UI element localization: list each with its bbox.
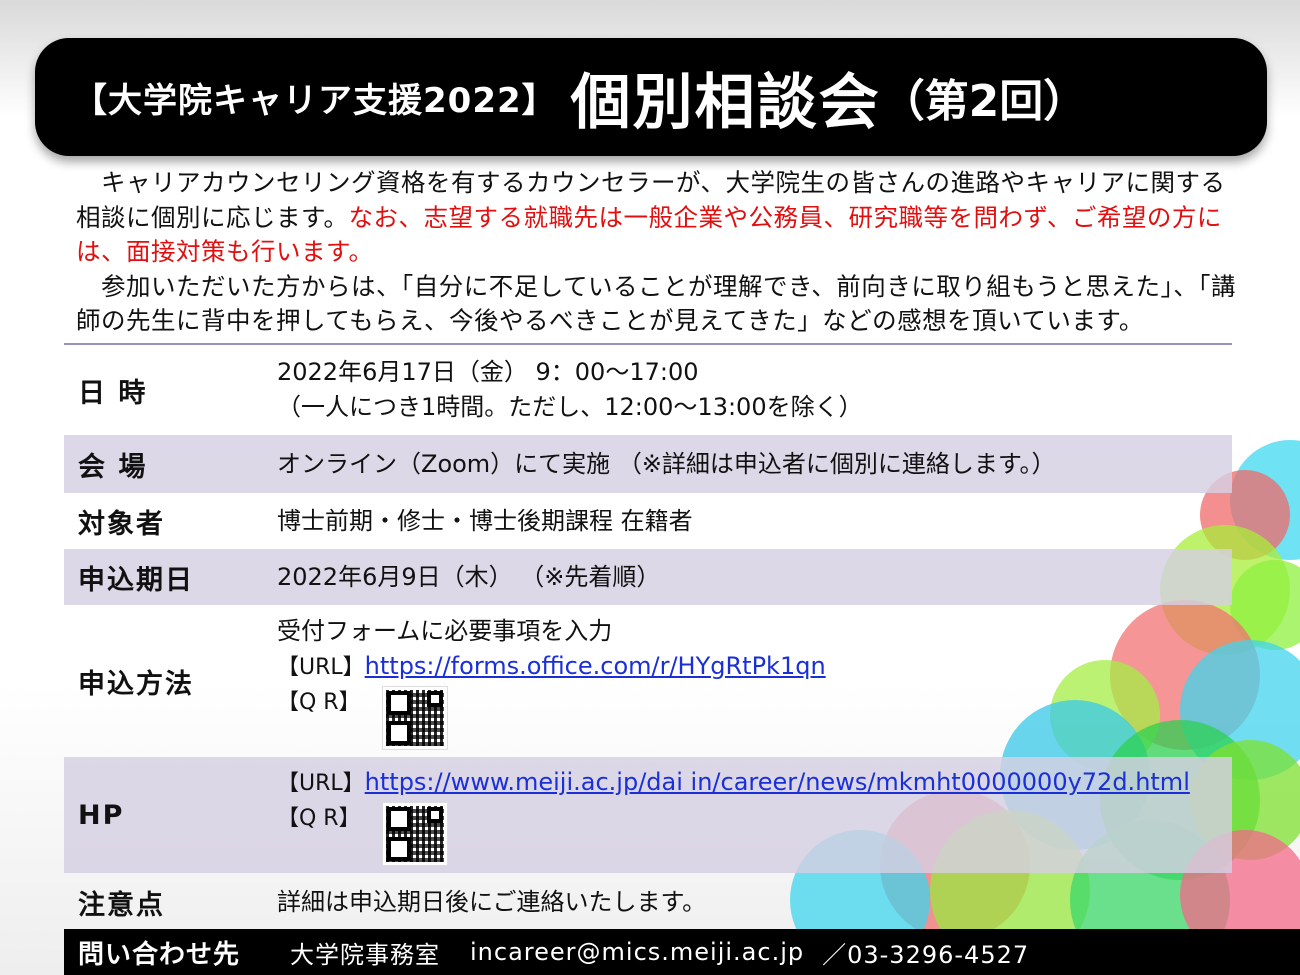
label-notes: 注意点 [78, 889, 165, 921]
contact-email[interactable]: incareer@mics.meiji.ac.jp [470, 938, 804, 966]
form-link[interactable]: https://forms.office.com/r/HYgRtPk1qn [365, 652, 826, 680]
contact-office: 大学院事務室 [290, 940, 440, 969]
method-url-line: 【URL】https://forms.office.com/r/HYgRtPk1… [277, 649, 826, 685]
label-datetime: 日 時 [78, 377, 148, 409]
contact-label: 問い合わせ先 [78, 939, 241, 970]
label-method: 申込方法 [78, 668, 194, 700]
intro-paragraph-1: キャリアカウンセリング資格を有するカウンセラーが、大学院生の皆さんの進路やキャリ… [76, 166, 1241, 270]
hp-link[interactable]: https://www.meiji.ac.jp/dai in/career/ne… [365, 768, 1190, 796]
row-notes: 注意点 詳細は申込期日後にご連絡いたします。 [64, 873, 1232, 931]
datetime-line-2: （一人につき1時間。ただし、12:00～13:00を除く） [277, 393, 863, 421]
title-suffix: （第2回） [880, 76, 1088, 127]
row-deadline: 申込期日 2022年6月9日（木） （※先着順） [64, 549, 1232, 605]
url-tag: 【URL】 [277, 654, 365, 680]
contact-footer: 問い合わせ先 大学院事務室 incareer@mics.meiji.ac.jp … [64, 929, 1300, 975]
row-target: 対象者 博士前期・修士・博士後期課程 在籍者 [64, 493, 1232, 549]
value-datetime: 2022年6月17日（金） 9：00～17:00 （一人につき1時間。ただし、1… [277, 355, 863, 425]
value-target: 博士前期・修士・博士後期課程 在籍者 [277, 506, 693, 535]
contact-phone: ／03-3296-4527 [822, 940, 1030, 969]
label-deadline: 申込期日 [78, 564, 194, 596]
row-hp: HP 【URL】https://www.meiji.ac.jp/dai in/c… [64, 757, 1232, 873]
row-method: 申込方法 受付フォームに必要事項を入力 【URL】https://forms.o… [64, 605, 1232, 757]
value-hp: 【URL】https://www.meiji.ac.jp/dai in/care… [277, 765, 1190, 866]
method-instruction: 受付フォームに必要事項を入力 [277, 616, 613, 645]
info-table: 日 時 2022年6月17日（金） 9：00～17:00 （一人につき1時間。た… [64, 343, 1232, 931]
method-qr-line: 【Q R】 [277, 685, 826, 750]
value-notes: 詳細は申込期日後にご連絡いたします。 [277, 887, 707, 916]
form-qr-code-icon [381, 685, 448, 750]
label-target: 対象者 [78, 508, 165, 540]
qr-tag: 【Q R】 [277, 806, 361, 831]
hp-qr-code-icon [381, 802, 448, 866]
label-venue: 会 場 [78, 451, 148, 483]
page-title: 個別相談会 [570, 67, 881, 138]
intro-paragraph-2: 参加いただいた方からは、「自分に不足していることが理解でき、前向きに取り組もうと… [76, 270, 1241, 339]
row-datetime: 日 時 2022年6月17日（金） 9：00～17:00 （一人につき1時間。た… [64, 345, 1232, 435]
value-deadline: 2022年6月9日（木） （※先着順） [277, 562, 661, 591]
row-venue: 会 場 オンライン（Zoom）にて実施 （※詳細は申込者に個別に連絡します。） [64, 435, 1232, 493]
value-method: 受付フォームに必要事項を入力 【URL】https://forms.office… [277, 614, 826, 750]
value-venue: オンライン（Zoom）にて実施 （※詳細は申込者に個別に連絡します。） [277, 449, 1056, 478]
datetime-line-1: 2022年6月17日（金） 9：00～17:00 [277, 358, 699, 386]
label-hp: HP [78, 799, 125, 831]
hp-url-line: 【URL】https://www.meiji.ac.jp/dai in/care… [277, 765, 1190, 801]
intro-text: キャリアカウンセリング資格を有するカウンセラーが、大学院生の皆さんの進路やキャリ… [76, 166, 1241, 339]
url-tag: 【URL】 [277, 771, 365, 796]
title-banner: 【大学院キャリア支援2022】 個別相談会 （第2回） [35, 38, 1267, 156]
qr-tag: 【Q R】 [277, 689, 361, 715]
title-prefix: 【大学院キャリア支援2022】 [73, 80, 557, 121]
hp-qr-line: 【Q R】 [277, 801, 1190, 866]
intro-text-feedback: 参加いただいた方からは、「自分に不足していることが理解でき、前向きに取り組もうと… [76, 271, 1237, 336]
